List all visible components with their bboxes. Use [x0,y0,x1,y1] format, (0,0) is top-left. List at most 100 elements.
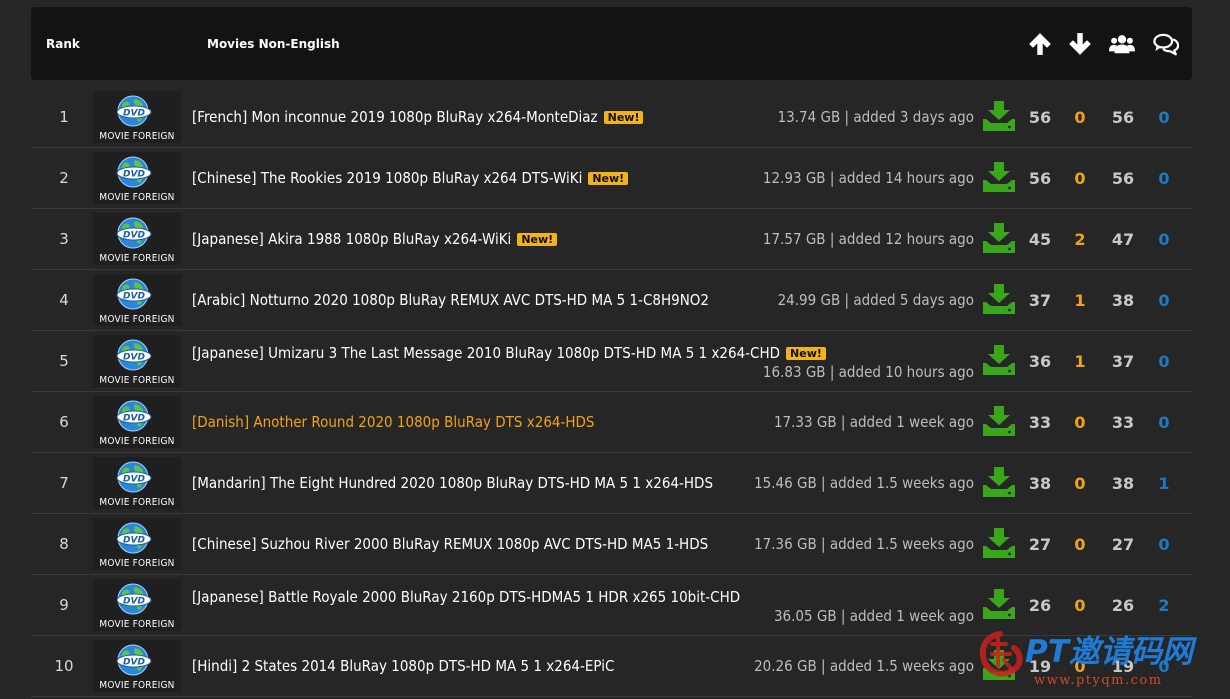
new-badge: New! [517,233,558,246]
dvd-globe-icon: DVD [116,278,152,310]
table-row: 7 DVD MOVIE FOREIGN [Mandarin] The Eight… [31,453,1192,514]
category-thumbnail[interactable]: DVD MOVIE FOREIGN [93,91,181,143]
torrent-title-link[interactable]: [Arabic] Notturno 2020 1080p BluRay REMU… [192,291,709,309]
thumbnail-label: MOVIE FOREIGN [99,619,175,630]
dvd-globe-icon: DVD [116,461,152,493]
thumbnail-label: MOVIE FOREIGN [99,192,175,203]
new-badge: New! [588,172,629,185]
svg-text:DVD: DVD [123,658,145,668]
torrent-title-link[interactable]: [French] Mon inconnue 2019 1080p BluRay … [192,108,644,126]
download-icon[interactable] [983,528,1015,558]
comments-count[interactable]: 0 [1144,209,1184,270]
svg-text:DVD: DVD [123,475,145,485]
comments-count[interactable]: 0 [1144,270,1184,331]
category-thumbnail[interactable]: DVD MOVIE FOREIGN [93,457,181,509]
seeders-count: 36 [1028,352,1052,371]
rank-number: 10 [54,657,74,675]
rank-number: 9 [59,596,69,614]
download-icon[interactable] [983,101,1015,131]
download-icon[interactable] [983,345,1015,375]
completed-count: 47 [1111,230,1135,249]
torrent-size-added: 17.36 GB | added 1.5 weeks ago [754,535,974,553]
download-icon[interactable] [983,589,1015,619]
leechers-count: 0 [1074,535,1086,554]
torrent-title-link[interactable]: [Japanese] Umizaru 3 The Last Message 20… [192,344,826,362]
torrent-size-added: 17.57 GB | added 12 hours ago [762,230,974,248]
dvd-globe-icon: DVD [116,95,152,127]
category-thumbnail[interactable]: DVD MOVIE FOREIGN [93,640,181,692]
category-thumbnail[interactable]: DVD MOVIE FOREIGN [93,518,181,570]
users-icon[interactable] [1109,31,1135,57]
svg-text:DVD: DVD [123,170,145,180]
svg-text:DVD: DVD [123,231,145,241]
category-column-header[interactable]: Movies Non-English [207,37,340,51]
table-row: 8 DVD MOVIE FOREIGN [Chinese] Suzhou Riv… [31,514,1192,575]
new-badge: New! [786,347,826,360]
rank-number: 8 [59,535,69,553]
arrow-down-icon[interactable] [1067,31,1093,57]
thumbnail-label: MOVIE FOREIGN [99,436,175,447]
rank-number: 5 [59,352,69,370]
comments-count[interactable]: 0 [1144,514,1184,575]
rank-number: 1 [59,108,69,126]
leechers-count: 0 [1074,474,1086,493]
category-thumbnail[interactable]: DVD MOVIE FOREIGN [93,213,181,265]
torrent-title-link[interactable]: [Hindi] 2 States 2014 BluRay 1080p DTS-H… [192,657,614,675]
torrent-list: 1 DVD MOVIE FOREIGN [French] Mon inconnu… [31,87,1192,697]
download-icon[interactable] [983,284,1015,314]
torrent-size-added: 13.74 GB | added 3 days ago [777,108,974,126]
dvd-globe-icon: DVD [116,644,152,676]
leechers-count: 2 [1074,230,1086,249]
comments-count[interactable]: 0 [1144,331,1184,392]
torrent-size-added: 12.93 GB | added 14 hours ago [762,169,974,187]
seeders-count: 38 [1028,474,1052,493]
leechers-count: 1 [1074,291,1086,310]
thumbnail-label: MOVIE FOREIGN [99,131,175,142]
watermark-text: PT邀请码网 [1025,634,1198,670]
category-thumbnail[interactable]: DVD MOVIE FOREIGN [93,274,181,326]
comments-count[interactable]: 0 [1144,148,1184,209]
torrent-size-added: 16.83 GB | added 10 hours ago [762,363,974,381]
rank-column-header[interactable]: Rank [46,37,80,51]
torrent-title-link[interactable]: [Japanese] Battle Royale 2000 BluRay 216… [192,588,740,606]
category-thumbnail[interactable]: DVD MOVIE FOREIGN [93,396,181,448]
torrent-title-link[interactable]: [Chinese] Suzhou River 2000 BluRay REMUX… [192,535,708,553]
watermark-logo: PT邀请码网 www.ptyqm.com [979,631,1198,688]
torrent-size-added: 24.99 GB | added 5 days ago [777,291,974,309]
category-thumbnail[interactable]: DVD MOVIE FOREIGN [93,579,181,631]
table-row: 6 DVD MOVIE FOREIGN [Danish] Another Rou… [31,392,1192,453]
category-thumbnail[interactable]: DVD MOVIE FOREIGN [93,152,181,204]
dvd-globe-icon: DVD [116,339,152,371]
comments-icon[interactable] [1153,31,1179,57]
download-icon[interactable] [983,223,1015,253]
table-row: 5 DVD MOVIE FOREIGN [Japanese] Umizaru 3… [31,331,1192,392]
seeders-count: 56 [1028,108,1052,127]
torrent-title-link[interactable]: [Mandarin] The Eight Hundred 2020 1080p … [192,474,713,492]
torrent-table: Rank Movies Non-English 1 DVD MOVIE FORE… [31,7,1192,699]
table-row: 3 DVD MOVIE FOREIGN [Japanese] Akira 198… [31,209,1192,270]
completed-count: 56 [1111,108,1135,127]
comments-count[interactable]: 1 [1144,453,1184,514]
table-row: 2 DVD MOVIE FOREIGN [Chinese] The Rookie… [31,148,1192,209]
arrow-up-icon[interactable] [1027,31,1053,57]
svg-text:DVD: DVD [123,414,145,424]
category-thumbnail[interactable]: DVD MOVIE FOREIGN [93,335,181,387]
comments-count[interactable]: 0 [1144,87,1184,148]
rank-number: 3 [59,230,69,248]
new-badge: New! [603,111,644,124]
dvd-globe-icon: DVD [116,583,152,615]
rank-number: 7 [59,474,69,492]
seeders-count: 37 [1028,291,1052,310]
leechers-count: 0 [1074,413,1086,432]
torrent-title-link[interactable]: [Danish] Another Round 2020 1080p BluRay… [192,413,594,431]
torrent-size-added: 15.46 GB | added 1.5 weeks ago [754,474,974,492]
download-icon[interactable] [983,162,1015,192]
torrent-title-link[interactable]: [Japanese] Akira 1988 1080p BluRay x264-… [192,230,558,248]
comments-count[interactable]: 0 [1144,392,1184,453]
completed-count: 33 [1111,413,1135,432]
download-icon[interactable] [983,406,1015,436]
download-icon[interactable] [983,467,1015,497]
table-row: 1 DVD MOVIE FOREIGN [French] Mon inconnu… [31,87,1192,148]
completed-count: 37 [1111,352,1135,371]
torrent-title-link[interactable]: [Chinese] The Rookies 2019 1080p BluRay … [192,169,629,187]
